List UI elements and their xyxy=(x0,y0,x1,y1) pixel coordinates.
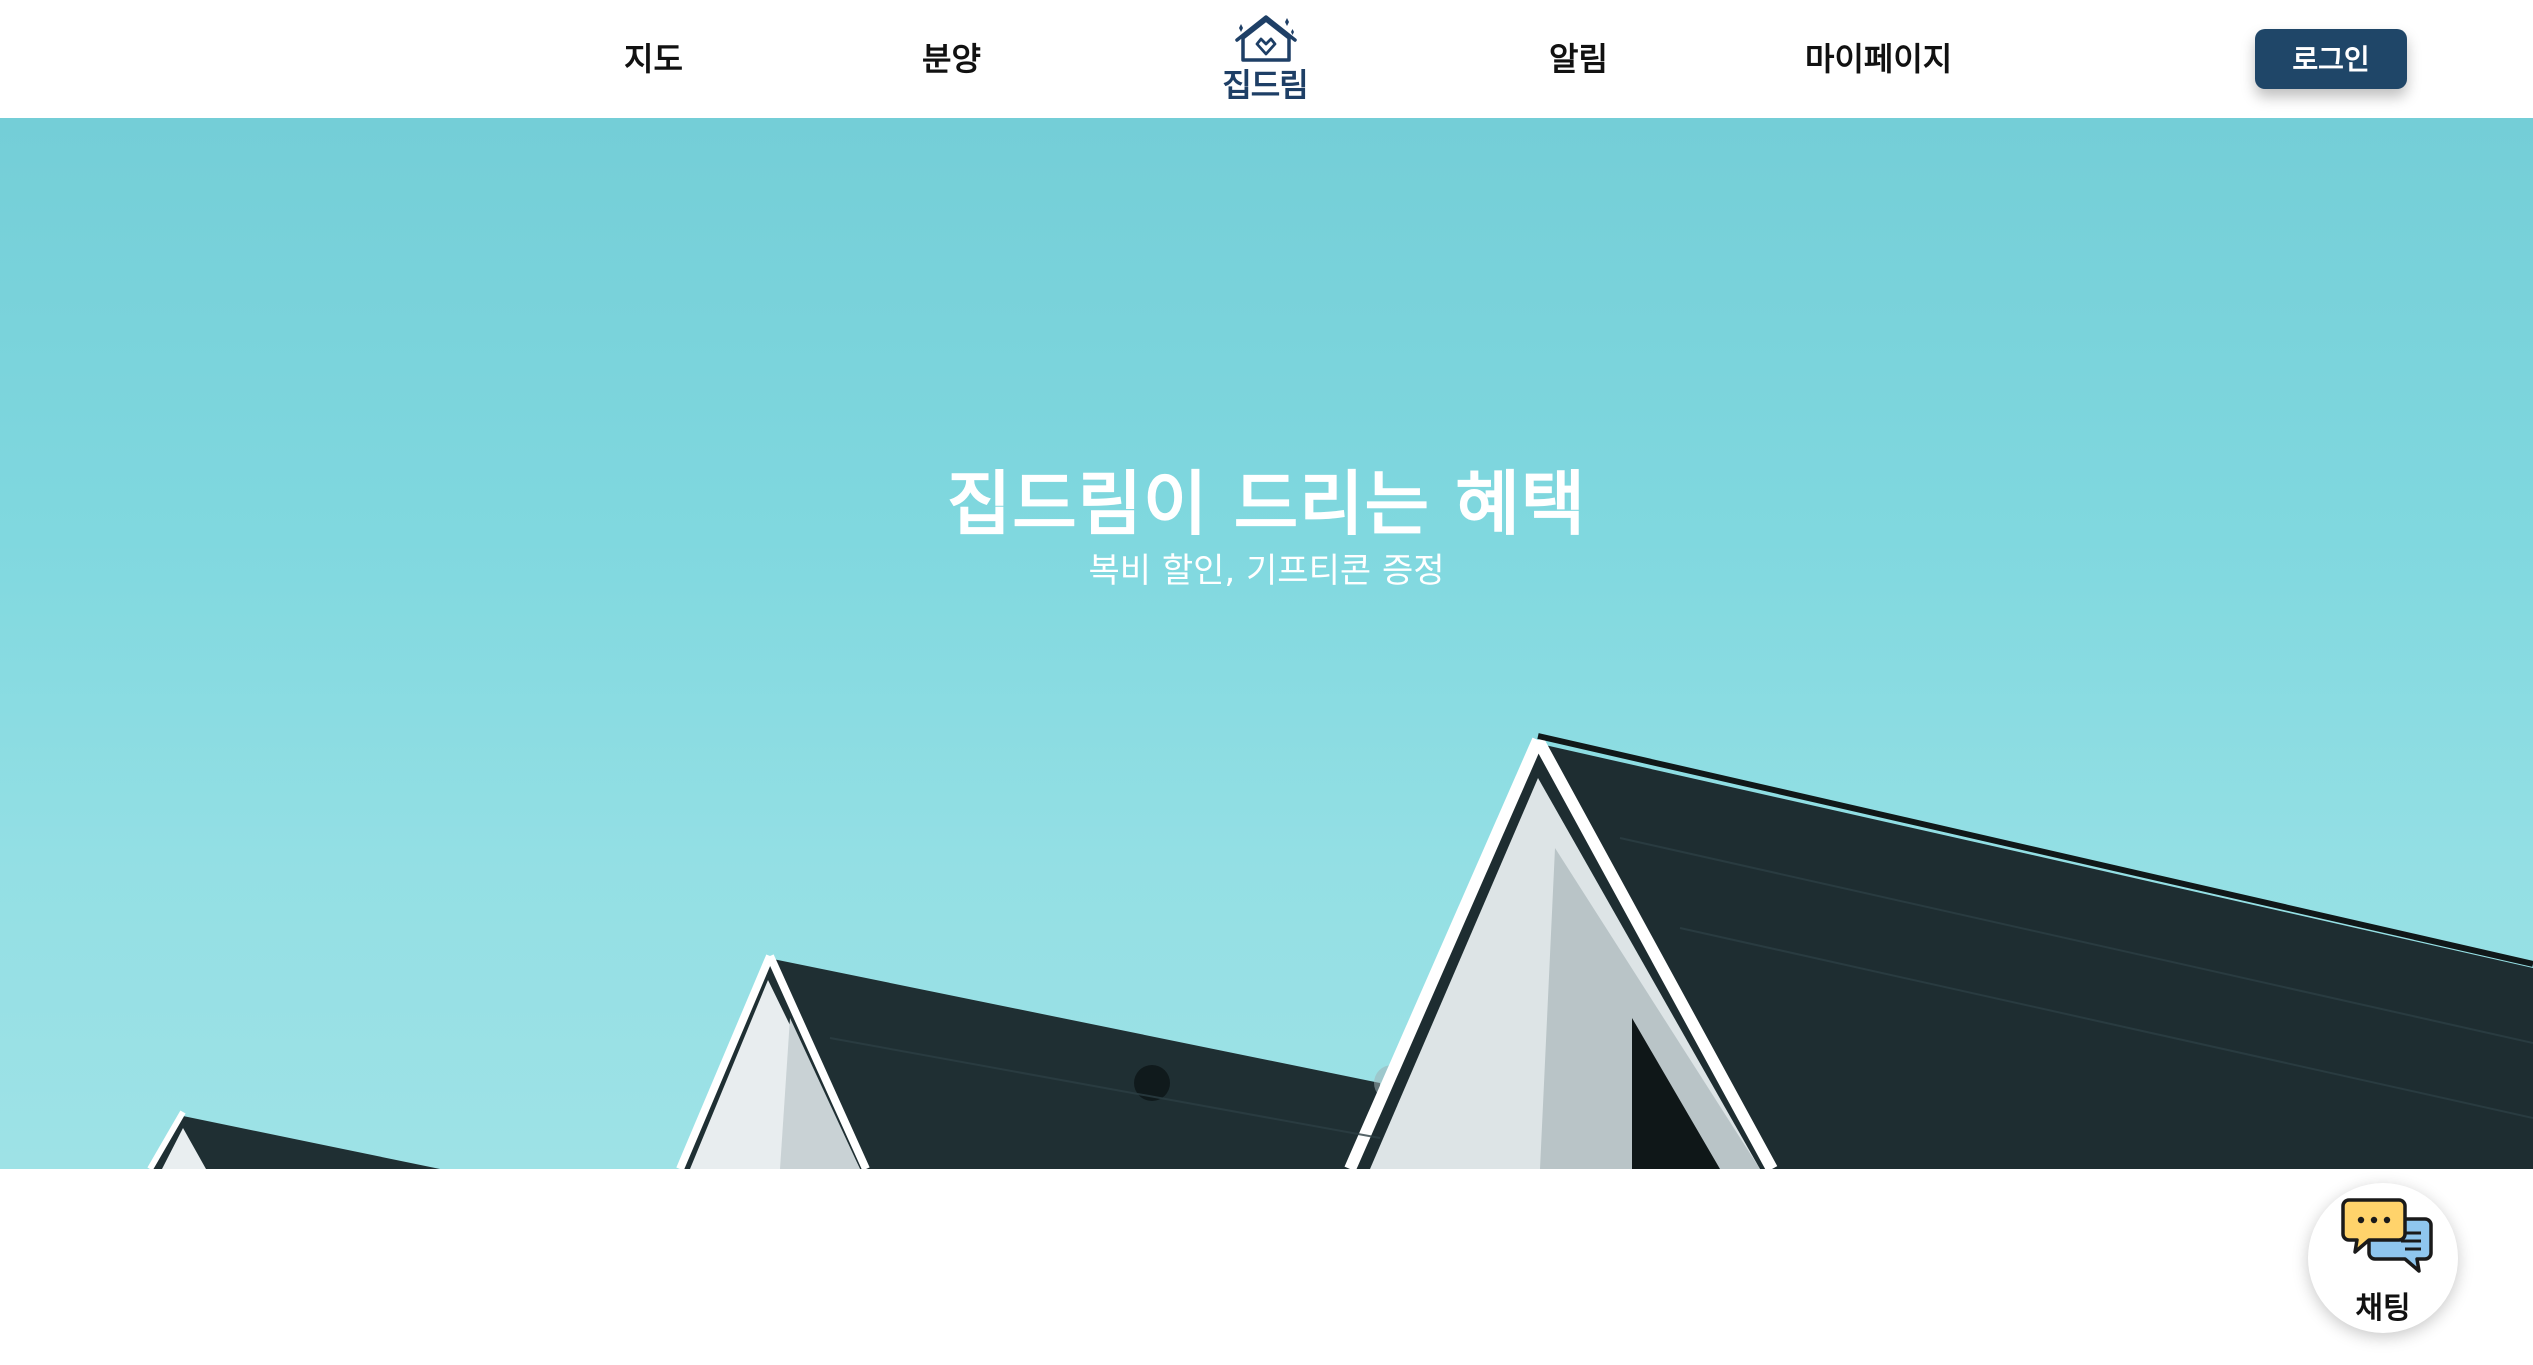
house-logo-icon xyxy=(1235,15,1297,62)
nav-item-map[interactable]: 지도 xyxy=(624,36,683,82)
hero-title: 집드림이 드리는 혜택 xyxy=(946,463,1587,545)
nav-item-presale[interactable]: 분양 xyxy=(922,36,981,82)
nav-item-mypage[interactable]: 마이페이지 xyxy=(1805,36,1952,82)
nav-item-notifications[interactable]: 알림 xyxy=(1549,36,1608,82)
login-button[interactable]: 로그인 xyxy=(2255,29,2407,89)
page: 지도 분양 집드림 알림 마이페이지 로그인 집드림이 드리는 혜택 복비 할인… xyxy=(0,0,2533,1365)
home-logo[interactable]: 집드림 xyxy=(1213,14,1317,104)
logo-text: 집드림 xyxy=(1222,66,1308,104)
hero-subtitle: 복비 할인, 기프티콘 증정 xyxy=(1088,551,1445,591)
chat-label: 채팅 xyxy=(2355,1291,2411,1326)
rooftops-illustration xyxy=(147,733,2533,1169)
chat-floating-button[interactable]: 채팅 xyxy=(2308,1183,2458,1333)
chat-bubbles-icon xyxy=(2341,1198,2433,1273)
hero-banner: 집드림이 드리는 혜택 복비 할인, 기프티콘 증정 xyxy=(0,118,2533,1169)
top-navigation-bar: 지도 분양 집드림 알림 마이페이지 로그인 xyxy=(0,0,2533,118)
